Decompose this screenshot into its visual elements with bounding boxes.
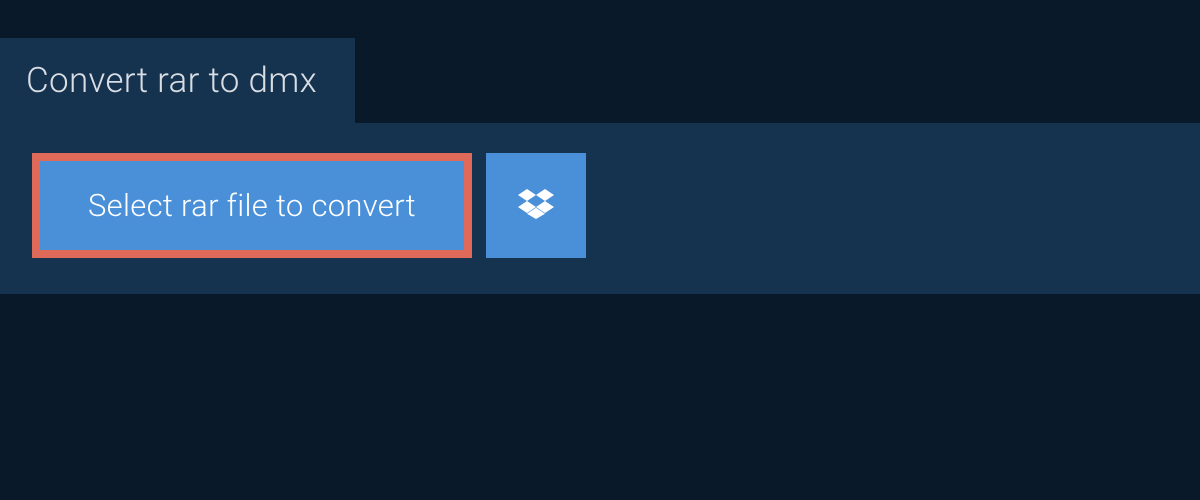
upload-panel: Select rar file to convert [0,123,1200,294]
select-file-button[interactable]: Select rar file to convert [32,153,472,258]
page-title: Convert rar to dmx [26,60,317,101]
header-tab: Convert rar to dmx [0,38,355,123]
dropbox-button[interactable] [486,153,586,258]
button-row: Select rar file to convert [32,153,1168,258]
select-file-label: Select rar file to convert [88,187,416,224]
dropbox-icon [518,186,554,226]
